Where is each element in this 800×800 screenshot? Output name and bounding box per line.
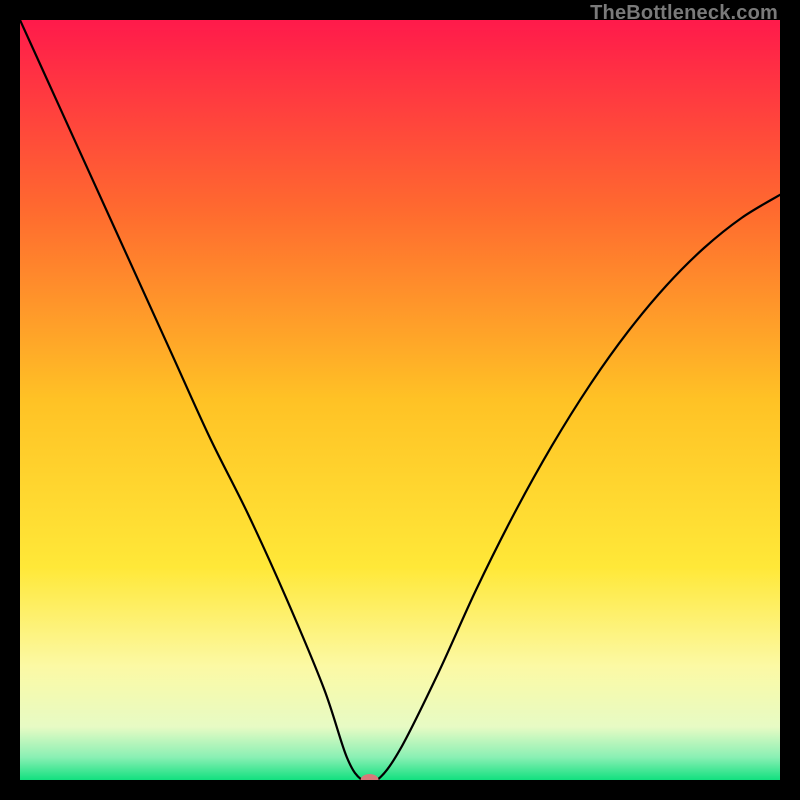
gradient-background — [20, 20, 780, 780]
watermark-text: TheBottleneck.com — [590, 2, 778, 25]
chart-frame: TheBottleneck.com — [0, 0, 800, 800]
bottleneck-chart — [20, 20, 780, 780]
plot-area — [20, 20, 780, 780]
